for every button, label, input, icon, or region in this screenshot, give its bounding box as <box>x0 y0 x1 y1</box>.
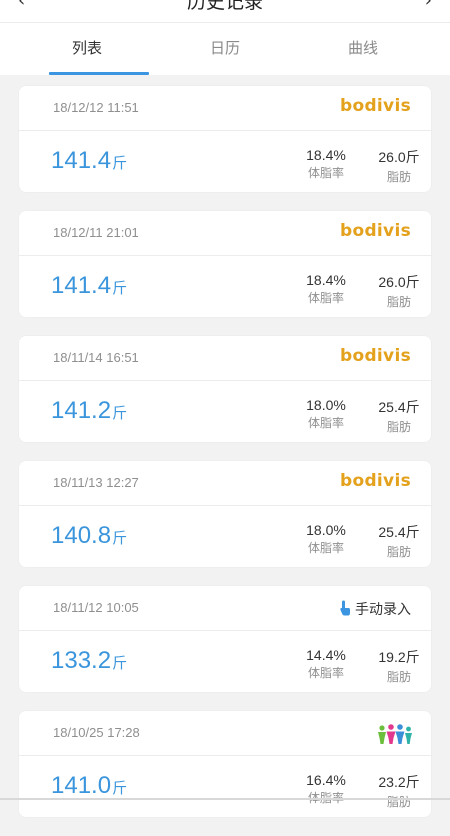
record-datetime: 18/11/14 16:51 <box>53 350 139 365</box>
app-header: ‹ 历史记录 › <box>0 0 450 22</box>
tab-bar: 列表 日历 曲线 <box>0 22 450 75</box>
fat-rate: 14.4% 体脂率 <box>289 647 363 681</box>
fat-mass-value: 25.4斤 <box>378 524 420 540</box>
record-list: 18/12/12 11:51 bodivis 141.4斤 18.4% 体脂率 … <box>19 86 431 836</box>
fat-rate-label: 体脂率 <box>307 291 344 305</box>
weight-value: 140.8斤 <box>51 522 128 549</box>
weight-value: 141.4斤 <box>51 147 128 174</box>
fat-mass: 25.4斤 脂肪 <box>363 522 435 560</box>
bodivis-logo: bodivis <box>340 346 411 366</box>
fat-rate-value: 18.0% <box>306 397 346 413</box>
fat-mass-value: 26.0斤 <box>378 149 420 165</box>
weight-value: 141.2斤 <box>51 397 128 424</box>
fat-rate: 18.0% 体脂率 <box>289 522 363 556</box>
fat-mass: 25.4斤 脂肪 <box>363 397 435 435</box>
record-body: 141.0斤 16.4% 体脂率 23.2斤 脂肪 <box>19 756 431 817</box>
record-card[interactable]: 18/12/12 11:51 bodivis 141.4斤 18.4% 体脂率 … <box>19 86 431 192</box>
fat-mass-value: 19.2斤 <box>378 649 420 665</box>
record-header: 18/12/11 21:01 bodivis <box>19 211 431 256</box>
record-header: 18/10/25 17:28 <box>19 711 431 756</box>
fat-mass-label: 脂肪 <box>386 795 411 809</box>
record-card[interactable]: 18/11/12 10:05 手动录入 133.2斤 14.4% 体脂率 19.… <box>19 586 431 692</box>
weight-unit: 斤 <box>112 655 128 672</box>
record-datetime: 18/12/12 11:51 <box>53 100 139 115</box>
weight-value: 141.4斤 <box>51 272 128 299</box>
record-header: 18/11/13 12:27 bodivis <box>19 461 431 506</box>
weight-unit: 斤 <box>112 155 128 172</box>
fat-rate: 18.4% 体脂率 <box>289 147 363 181</box>
fat-rate: 18.0% 体脂率 <box>289 397 363 431</box>
fat-rate-value: 16.4% <box>306 772 346 788</box>
fat-rate-label: 体脂率 <box>307 666 344 680</box>
fat-mass-value: 23.2斤 <box>378 774 420 790</box>
chevron-right-icon[interactable]: › <box>425 0 432 11</box>
record-body: 140.8斤 18.0% 体脂率 25.4斤 脂肪 <box>19 506 431 567</box>
fat-mass-label: 脂肪 <box>386 420 411 434</box>
active-tab-indicator <box>49 72 149 75</box>
fat-rate-value: 18.4% <box>306 147 346 163</box>
record-header: 18/12/12 11:51 bodivis <box>19 86 431 131</box>
fat-rate-label: 体脂率 <box>307 166 344 180</box>
weight-value: 141.0斤 <box>51 772 128 799</box>
tab-list[interactable]: 列表 <box>12 23 162 75</box>
tab-list-label: 列表 <box>71 39 102 57</box>
record-body: 141.4斤 18.4% 体脂率 26.0斤 脂肪 <box>19 131 431 192</box>
weight-unit: 斤 <box>112 780 128 797</box>
fat-mass-value: 25.4斤 <box>378 399 420 415</box>
fat-mass-label: 脂肪 <box>386 670 411 684</box>
fat-mass: 26.0斤 脂肪 <box>363 147 435 185</box>
record-body: 141.4斤 18.4% 体脂率 26.0斤 脂肪 <box>19 256 431 317</box>
record-card[interactable]: 18/11/14 16:51 bodivis 141.2斤 18.0% 体脂率 … <box>19 336 431 442</box>
tab-curve[interactable]: 曲线 <box>288 23 438 75</box>
record-header: 18/11/14 16:51 bodivis <box>19 336 431 381</box>
weight-value: 133.2斤 <box>51 647 128 674</box>
bodivis-logo: bodivis <box>340 96 411 116</box>
family-people-icon <box>377 723 413 749</box>
record-body: 133.2斤 14.4% 体脂率 19.2斤 脂肪 <box>19 631 431 692</box>
fat-mass: 19.2斤 脂肪 <box>363 647 435 685</box>
tab-calendar-label: 日历 <box>209 39 240 57</box>
bodivis-logo: bodivis <box>340 221 411 241</box>
tab-calendar[interactable]: 日历 <box>150 23 300 75</box>
fat-rate-value: 14.4% <box>306 647 346 663</box>
record-card[interactable]: 18/12/11 21:01 bodivis 141.4斤 18.4% 体脂率 … <box>19 211 431 317</box>
tab-curve-label: 曲线 <box>347 39 378 57</box>
record-card[interactable]: 18/11/13 12:27 bodivis 140.8斤 18.0% 体脂率 … <box>19 461 431 567</box>
bodivis-logo: bodivis <box>340 471 411 491</box>
page-title: 历史记录 <box>186 0 263 13</box>
weight-unit: 斤 <box>112 530 128 547</box>
fat-rate-value: 18.4% <box>306 272 346 288</box>
fat-mass-label: 脂肪 <box>386 545 411 559</box>
fat-rate: 18.4% 体脂率 <box>289 272 363 306</box>
fat-mass-label: 脂肪 <box>386 170 411 184</box>
fat-mass-label: 脂肪 <box>386 295 411 309</box>
record-body: 141.2斤 18.0% 体脂率 25.4斤 脂肪 <box>19 381 431 442</box>
record-datetime: 18/10/25 17:28 <box>53 725 140 740</box>
fat-rate-label: 体脂率 <box>307 541 344 555</box>
record-datetime: 18/11/12 10:05 <box>53 600 139 615</box>
fat-mass-value: 26.0斤 <box>378 274 420 290</box>
fat-rate-value: 18.0% <box>306 522 346 538</box>
fat-mass: 26.0斤 脂肪 <box>363 272 435 310</box>
pointing-hand-icon <box>339 600 351 620</box>
record-datetime: 18/11/13 12:27 <box>53 475 139 490</box>
record-card[interactable]: 18/10/25 17:28 141.0斤 16.4% 体脂率 <box>19 711 431 817</box>
weight-unit: 斤 <box>112 280 128 297</box>
record-header: 18/11/12 10:05 手动录入 <box>19 586 431 631</box>
manual-entry-badge: 手动录入 <box>339 599 411 620</box>
weight-unit: 斤 <box>112 405 128 422</box>
record-datetime: 18/12/11 21:01 <box>53 225 139 240</box>
fat-rate-label: 体脂率 <box>307 416 344 430</box>
manual-entry-label: 手动录入 <box>355 602 411 618</box>
fat-rate: 16.4% 体脂率 <box>289 772 363 806</box>
fat-mass: 23.2斤 脂肪 <box>363 772 435 810</box>
